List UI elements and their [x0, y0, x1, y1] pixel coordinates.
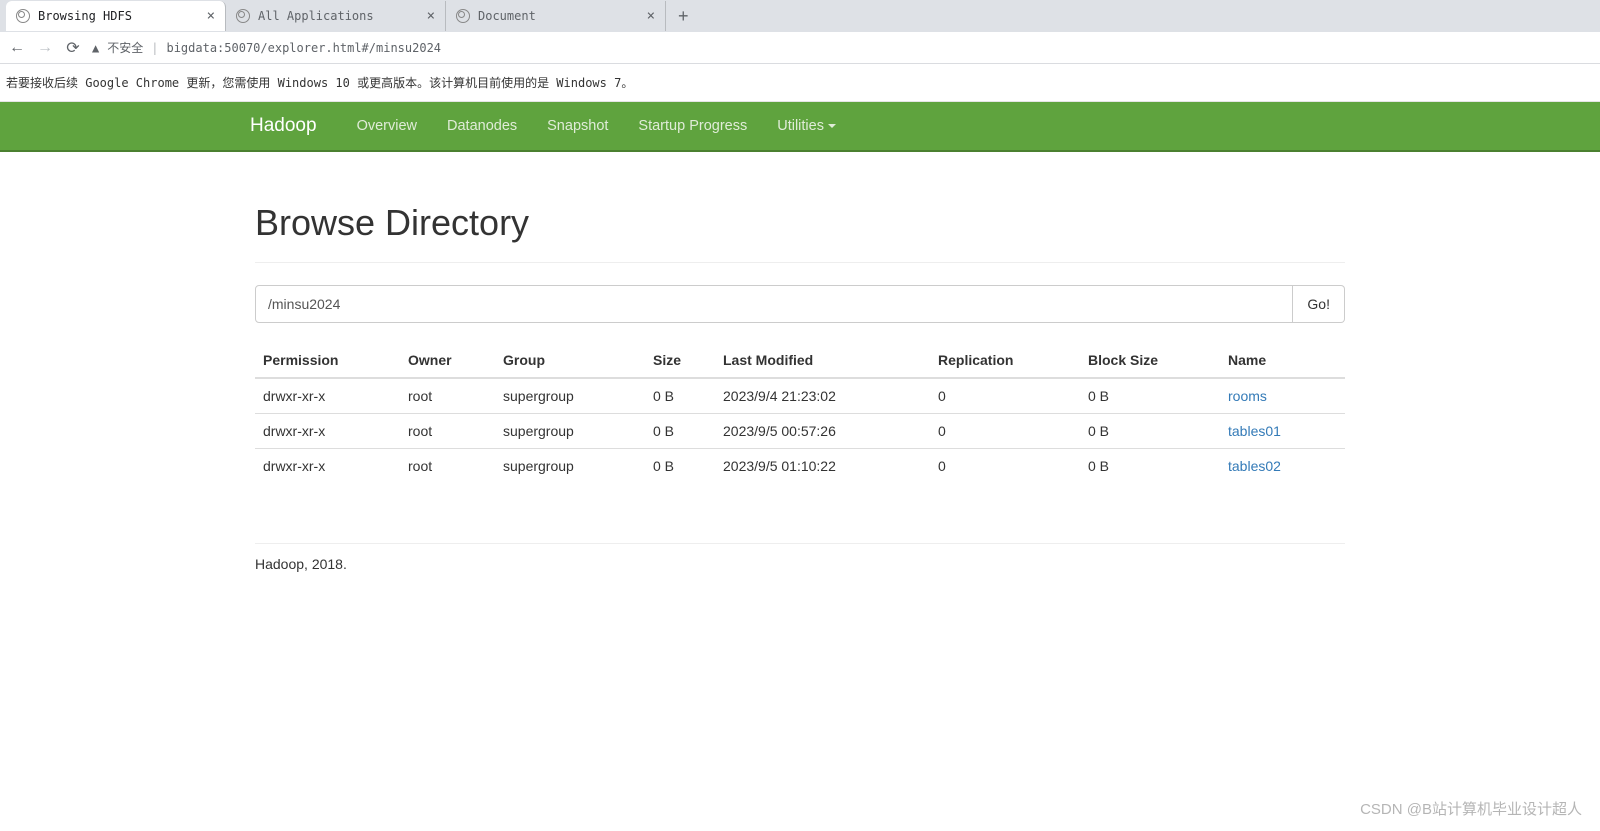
col-replication: Replication: [930, 343, 1080, 378]
globe-icon: [16, 9, 30, 23]
path-input-group: Go!: [255, 285, 1345, 323]
table-row: drwxr-xr-x root supergroup 0 B 2023/9/4 …: [255, 378, 1345, 414]
nav-utilities[interactable]: Utilities: [762, 102, 851, 150]
cell-permission: drwxr-xr-x: [255, 414, 400, 449]
browser-tab[interactable]: Document ×: [446, 1, 666, 31]
close-icon[interactable]: ×: [427, 8, 435, 24]
divider: [255, 262, 1345, 263]
globe-icon: [456, 9, 470, 23]
table-row: drwxr-xr-x root supergroup 0 B 2023/9/5 …: [255, 449, 1345, 484]
cell-block-size: 0 B: [1080, 449, 1220, 484]
cell-owner: root: [400, 449, 495, 484]
file-listing-table: Permission Owner Group Size Last Modifie…: [255, 343, 1345, 483]
separator: |: [151, 41, 158, 55]
table-row: drwxr-xr-x root supergroup 0 B 2023/9/5 …: [255, 414, 1345, 449]
chevron-down-icon: [828, 124, 836, 128]
hadoop-navbar: Hadoop Overview Datanodes Snapshot Start…: [0, 102, 1600, 152]
col-last-modified: Last Modified: [715, 343, 930, 378]
cell-replication: 0: [930, 414, 1080, 449]
close-icon[interactable]: ×: [647, 8, 655, 24]
browser-tab[interactable]: All Applications ×: [226, 1, 446, 31]
new-tab-button[interactable]: +: [666, 6, 701, 27]
brand[interactable]: Hadoop: [250, 115, 332, 137]
cell-modified: 2023/9/5 01:10:22: [715, 449, 930, 484]
col-group: Group: [495, 343, 645, 378]
go-button[interactable]: Go!: [1293, 285, 1345, 323]
browser-chrome: Browsing HDFS × All Applications × Docum…: [0, 0, 1600, 64]
file-link[interactable]: tables01: [1228, 423, 1281, 439]
nav-startup-progress[interactable]: Startup Progress: [623, 102, 762, 150]
cell-owner: root: [400, 414, 495, 449]
cell-size: 0 B: [645, 449, 715, 484]
warning-icon: ▲: [92, 41, 99, 55]
cell-group: supergroup: [495, 414, 645, 449]
col-owner: Owner: [400, 343, 495, 378]
col-name: Name: [1220, 343, 1345, 378]
col-permission: Permission: [255, 343, 400, 378]
cell-group: supergroup: [495, 378, 645, 414]
nav-overview[interactable]: Overview: [342, 102, 432, 150]
file-link[interactable]: rooms: [1228, 388, 1267, 404]
nav-snapshot[interactable]: Snapshot: [532, 102, 623, 150]
footer: Hadoop, 2018.: [255, 543, 1345, 572]
nav-datanodes[interactable]: Datanodes: [432, 102, 532, 150]
col-block-size: Block Size: [1080, 343, 1220, 378]
col-size: Size: [645, 343, 715, 378]
table-header-row: Permission Owner Group Size Last Modifie…: [255, 343, 1345, 378]
reload-button[interactable]: ⟳: [64, 38, 82, 58]
cell-owner: root: [400, 378, 495, 414]
address-bar: ← → ⟳ ▲ 不安全 | bigdata:50070/explorer.htm…: [0, 32, 1600, 64]
cell-group: supergroup: [495, 449, 645, 484]
cell-modified: 2023/9/4 21:23:02: [715, 378, 930, 414]
globe-icon: [236, 9, 250, 23]
cell-permission: drwxr-xr-x: [255, 449, 400, 484]
cell-replication: 0: [930, 449, 1080, 484]
insecure-label: 不安全: [107, 39, 143, 56]
tab-title: Browsing HDFS: [38, 9, 132, 23]
tab-title: All Applications: [258, 9, 374, 23]
cell-permission: drwxr-xr-x: [255, 378, 400, 414]
file-link[interactable]: tables02: [1228, 458, 1281, 474]
browser-tab-active[interactable]: Browsing HDFS ×: [6, 1, 226, 31]
tab-title: Document: [478, 9, 536, 23]
page-title: Browse Directory: [255, 202, 1345, 244]
browser-tabs: Browsing HDFS × All Applications × Docum…: [0, 0, 1600, 32]
cell-modified: 2023/9/5 00:57:26: [715, 414, 930, 449]
forward-button[interactable]: →: [36, 39, 54, 57]
cell-size: 0 B: [645, 414, 715, 449]
cell-block-size: 0 B: [1080, 378, 1220, 414]
nav-utilities-label: Utilities: [777, 118, 824, 134]
url-text: bigdata:50070/explorer.html#/minsu2024: [166, 41, 441, 55]
url-field[interactable]: ▲ 不安全 | bigdata:50070/explorer.html#/min…: [92, 39, 1592, 56]
path-input[interactable]: [255, 285, 1293, 323]
cell-block-size: 0 B: [1080, 414, 1220, 449]
cell-replication: 0: [930, 378, 1080, 414]
main-container: Browse Directory Go! Permission Owner Gr…: [255, 152, 1345, 572]
watermark: CSDN @B站计算机毕业设计超人: [1360, 798, 1582, 819]
close-icon[interactable]: ×: [207, 8, 215, 24]
chrome-update-banner: 若要接收后续 Google Chrome 更新，您需使用 Windows 10 …: [0, 64, 1600, 102]
cell-size: 0 B: [645, 378, 715, 414]
back-button[interactable]: ←: [8, 39, 26, 57]
